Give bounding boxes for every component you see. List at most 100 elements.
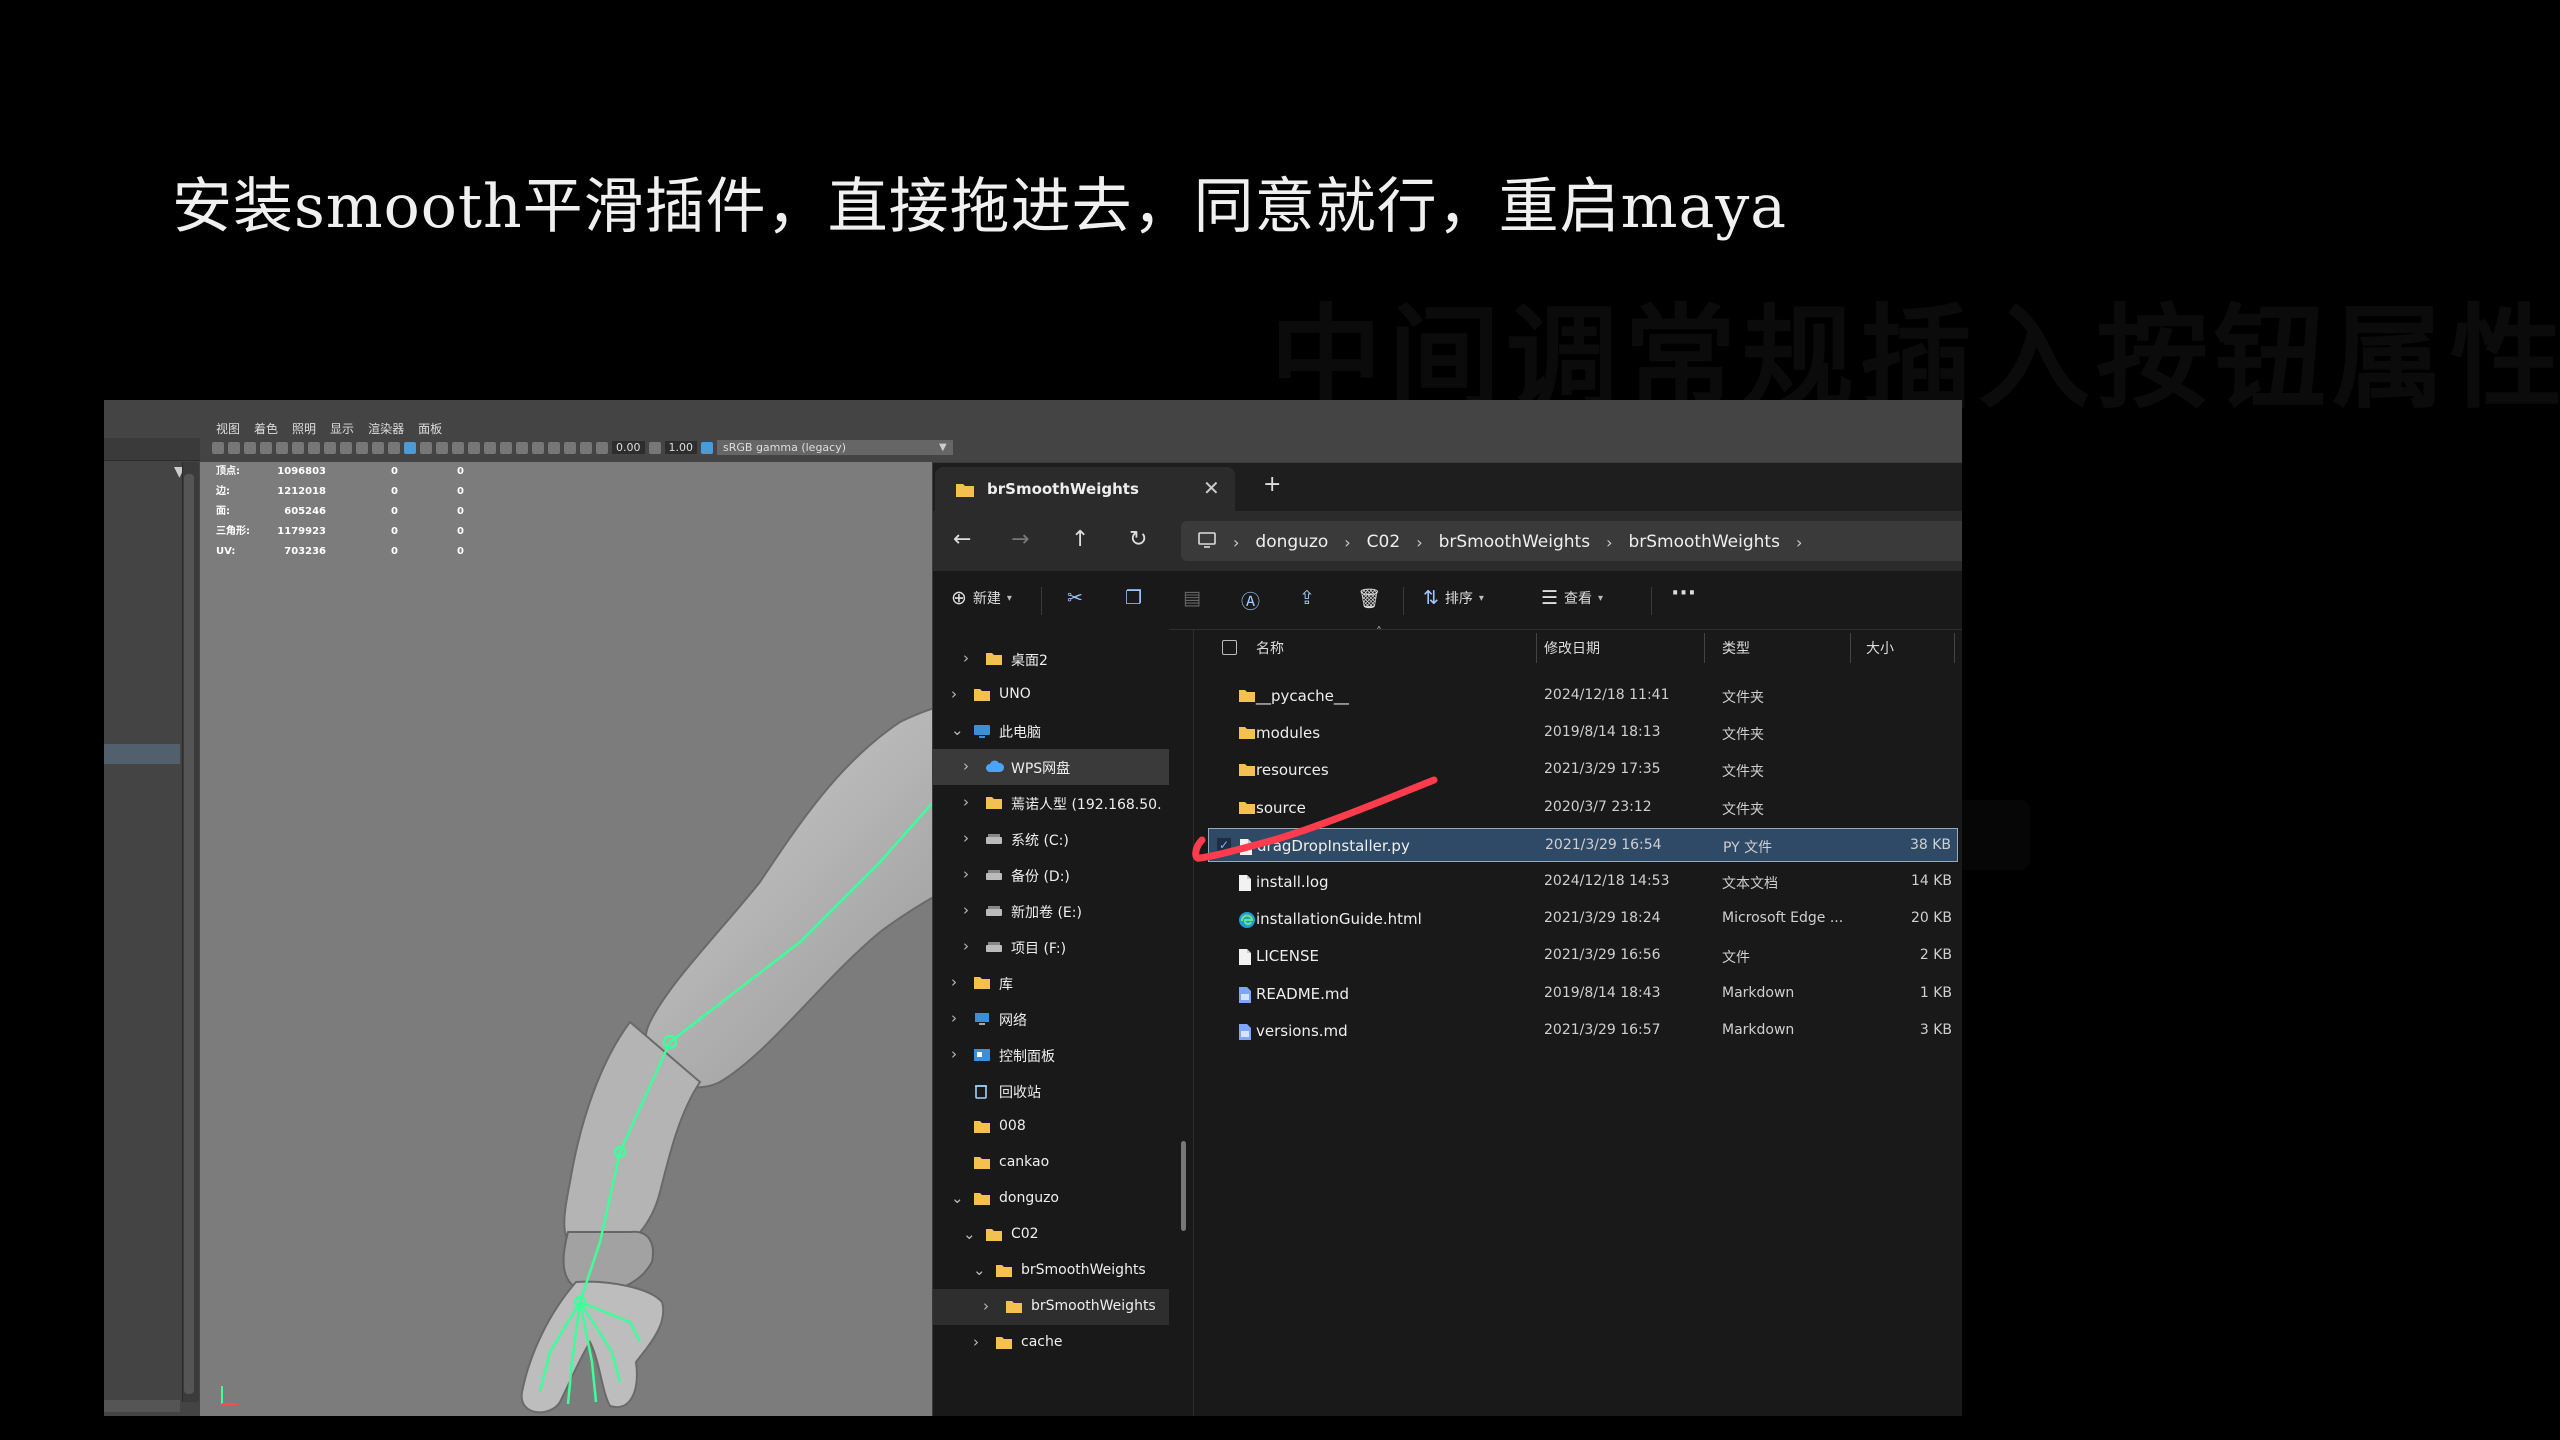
breadcrumb-item[interactable]: donguzo [1255, 532, 1328, 552]
chevron-icon[interactable]: ⌄ [963, 1225, 976, 1243]
exposure-value[interactable]: 0.00 [612, 441, 645, 454]
column-header-size[interactable]: 大小 [1866, 638, 1894, 658]
chevron-icon[interactable]: › [963, 649, 969, 667]
nav-item[interactable]: › cache [933, 1325, 1169, 1361]
nav-item[interactable]: › 蔫诺人型 (192.168.50. [933, 785, 1169, 821]
breadcrumb-item[interactable]: brSmoothWeights [1439, 532, 1590, 552]
chevron-icon[interactable]: ⌄ [951, 1189, 964, 1207]
safe-title-icon[interactable] [372, 441, 384, 454]
color-management-icon[interactable] [701, 441, 713, 454]
viewport-menu-item[interactable]: 显示 [330, 420, 354, 437]
column-divider[interactable] [1954, 633, 1955, 663]
xray-icon[interactable] [548, 441, 560, 454]
nav-pane-scrollbar[interactable] [1181, 1141, 1186, 1231]
nav-item[interactable]: ⌄ C02 [933, 1217, 1169, 1253]
viewport-menu-item[interactable]: 着色 [254, 420, 278, 437]
nav-item[interactable]: cankao [933, 1145, 1169, 1181]
chevron-icon[interactable]: › [951, 685, 957, 703]
column-divider[interactable] [1536, 633, 1537, 663]
chevron-icon[interactable]: › [963, 757, 969, 775]
nav-item[interactable]: › WPS网盘 [933, 749, 1169, 785]
close-icon[interactable]: ✕ [1203, 476, 1220, 500]
image-plane-icon[interactable] [260, 441, 272, 454]
file-row[interactable]: installationGuide.html 2021/3/29 18:24 Mic… [1208, 902, 1958, 936]
chevron-right-icon[interactable]: › [1606, 533, 1612, 552]
column-divider[interactable] [1850, 633, 1851, 663]
camera-attr-icon[interactable] [228, 441, 240, 454]
textured-icon[interactable] [420, 441, 432, 454]
depth-of-field-icon[interactable] [516, 441, 528, 454]
nav-item[interactable]: › 备份 (D:) [933, 857, 1169, 893]
xray-joints-icon[interactable] [564, 441, 576, 454]
maya-3d-viewport[interactable]: 顶点: 1096803 0 0 边: 1212018 0 0 面: 605246 0 0 三角形: 117… [200, 462, 1040, 1416]
file-row[interactable]: resources 2021/3/29 17:35 文件夹 [1208, 753, 1958, 787]
check-icon[interactable]: ✓ [1217, 837, 1231, 852]
nav-item[interactable]: › UNO [933, 677, 1169, 713]
column-divider[interactable] [1704, 633, 1705, 663]
file-row[interactable]: ✓ dragDropInstaller.py 2021/3/29 16:54 PY 文… [1208, 827, 1958, 862]
exposure-icon[interactable] [596, 441, 608, 454]
gate-mask-icon[interactable] [324, 441, 336, 454]
chevron-icon[interactable]: ⌄ [951, 721, 964, 739]
more-options-icon[interactable]: ··· [1671, 581, 1696, 606]
breadcrumb-item[interactable]: C02 [1367, 532, 1401, 552]
nav-item[interactable]: ⌄ donguzo [933, 1181, 1169, 1217]
nav-item[interactable]: 008 [933, 1109, 1169, 1145]
nav-item[interactable]: › 库 [933, 965, 1169, 1001]
chevron-right-icon[interactable]: › [1233, 533, 1239, 552]
film-gate-icon[interactable] [292, 441, 304, 454]
chevron-icon[interactable]: › [973, 1333, 979, 1351]
chevron-down-icon[interactable]: ▼ [939, 442, 947, 453]
file-row[interactable]: __pycache__ 2024/12/18 11:41 文件夹 [1208, 679, 1958, 713]
chevron-icon[interactable]: › [963, 793, 969, 811]
bookmark-icon[interactable] [244, 441, 256, 454]
chevron-icon[interactable]: › [963, 829, 969, 847]
nav-item[interactable]: ⌄ brSmoothWeights [933, 1253, 1169, 1289]
gamma-icon[interactable] [648, 441, 661, 454]
column-header-date[interactable]: 修改日期 [1544, 638, 1600, 658]
column-header-type[interactable]: 类型 [1722, 638, 1750, 658]
anti-alias-icon[interactable] [500, 441, 512, 454]
chevron-right-icon[interactable]: › [1344, 533, 1350, 552]
smooth-shade-icon[interactable] [404, 441, 416, 454]
backface-icon[interactable] [580, 441, 592, 454]
chevron-icon[interactable]: › [963, 901, 969, 919]
view-transform-dropdown[interactable]: sRGB gamma (legacy) [717, 440, 953, 455]
viewport-menu-item[interactable]: 视图 [216, 420, 240, 437]
field-chart-icon[interactable] [340, 441, 352, 454]
viewport-menu-item[interactable]: 渲染器 [368, 420, 404, 437]
copy-button[interactable]: ❐ [1125, 587, 1142, 609]
character-model[interactable] [200, 462, 1040, 1416]
breadcrumb-item[interactable]: brSmoothWeights [1628, 532, 1779, 552]
file-row[interactable]: install.log 2024/12/18 14:53 文本文档 14 KB [1208, 865, 1958, 899]
camera-icon[interactable] [212, 441, 224, 454]
refresh-icon[interactable]: ↻ [1129, 529, 1147, 551]
wireframe-icon[interactable] [388, 441, 400, 454]
chevron-icon[interactable]: › [983, 1297, 989, 1315]
outliner-selected-row[interactable] [104, 744, 180, 764]
up-arrow-icon[interactable]: ↑ [1071, 529, 1089, 551]
resolution-gate-icon[interactable] [308, 441, 320, 454]
shadows-icon[interactable] [452, 441, 464, 454]
chevron-icon[interactable]: › [963, 865, 969, 883]
safe-action-icon[interactable] [356, 441, 368, 454]
view-button[interactable]: ☰ 查看 ▾ [1541, 587, 1603, 609]
nav-item[interactable]: › 新加卷 (E:) [933, 893, 1169, 929]
back-arrow-icon[interactable]: ← [953, 529, 971, 551]
nav-item[interactable]: › 系统 (C:) [933, 821, 1169, 857]
sort-button[interactable]: ⇅ 排序 ▾ [1423, 587, 1484, 609]
nav-item[interactable]: 回收站 [933, 1073, 1169, 1109]
nav-item[interactable]: ⌄ 此电脑 [933, 713, 1169, 749]
new-button[interactable]: ⊕ 新建 ▾ [951, 587, 1012, 609]
outliner-scrollbar-thumb[interactable] [184, 474, 194, 1394]
viewport-menu-item[interactable]: 照明 [292, 420, 316, 437]
motion-blur-icon[interactable] [484, 441, 496, 454]
chevron-icon[interactable]: › [951, 973, 957, 991]
viewport-menu-item[interactable]: 面板 [418, 420, 442, 437]
lights-icon[interactable] [436, 441, 448, 454]
file-row[interactable]: LICENSE 2021/3/29 16:56 文件 2 KB [1208, 939, 1958, 973]
chevron-icon[interactable]: › [951, 1045, 957, 1063]
isolate-select-icon[interactable] [532, 441, 544, 454]
forward-arrow-icon[interactable]: → [1011, 529, 1029, 551]
nav-item[interactable]: › 桌面2 [933, 641, 1169, 677]
